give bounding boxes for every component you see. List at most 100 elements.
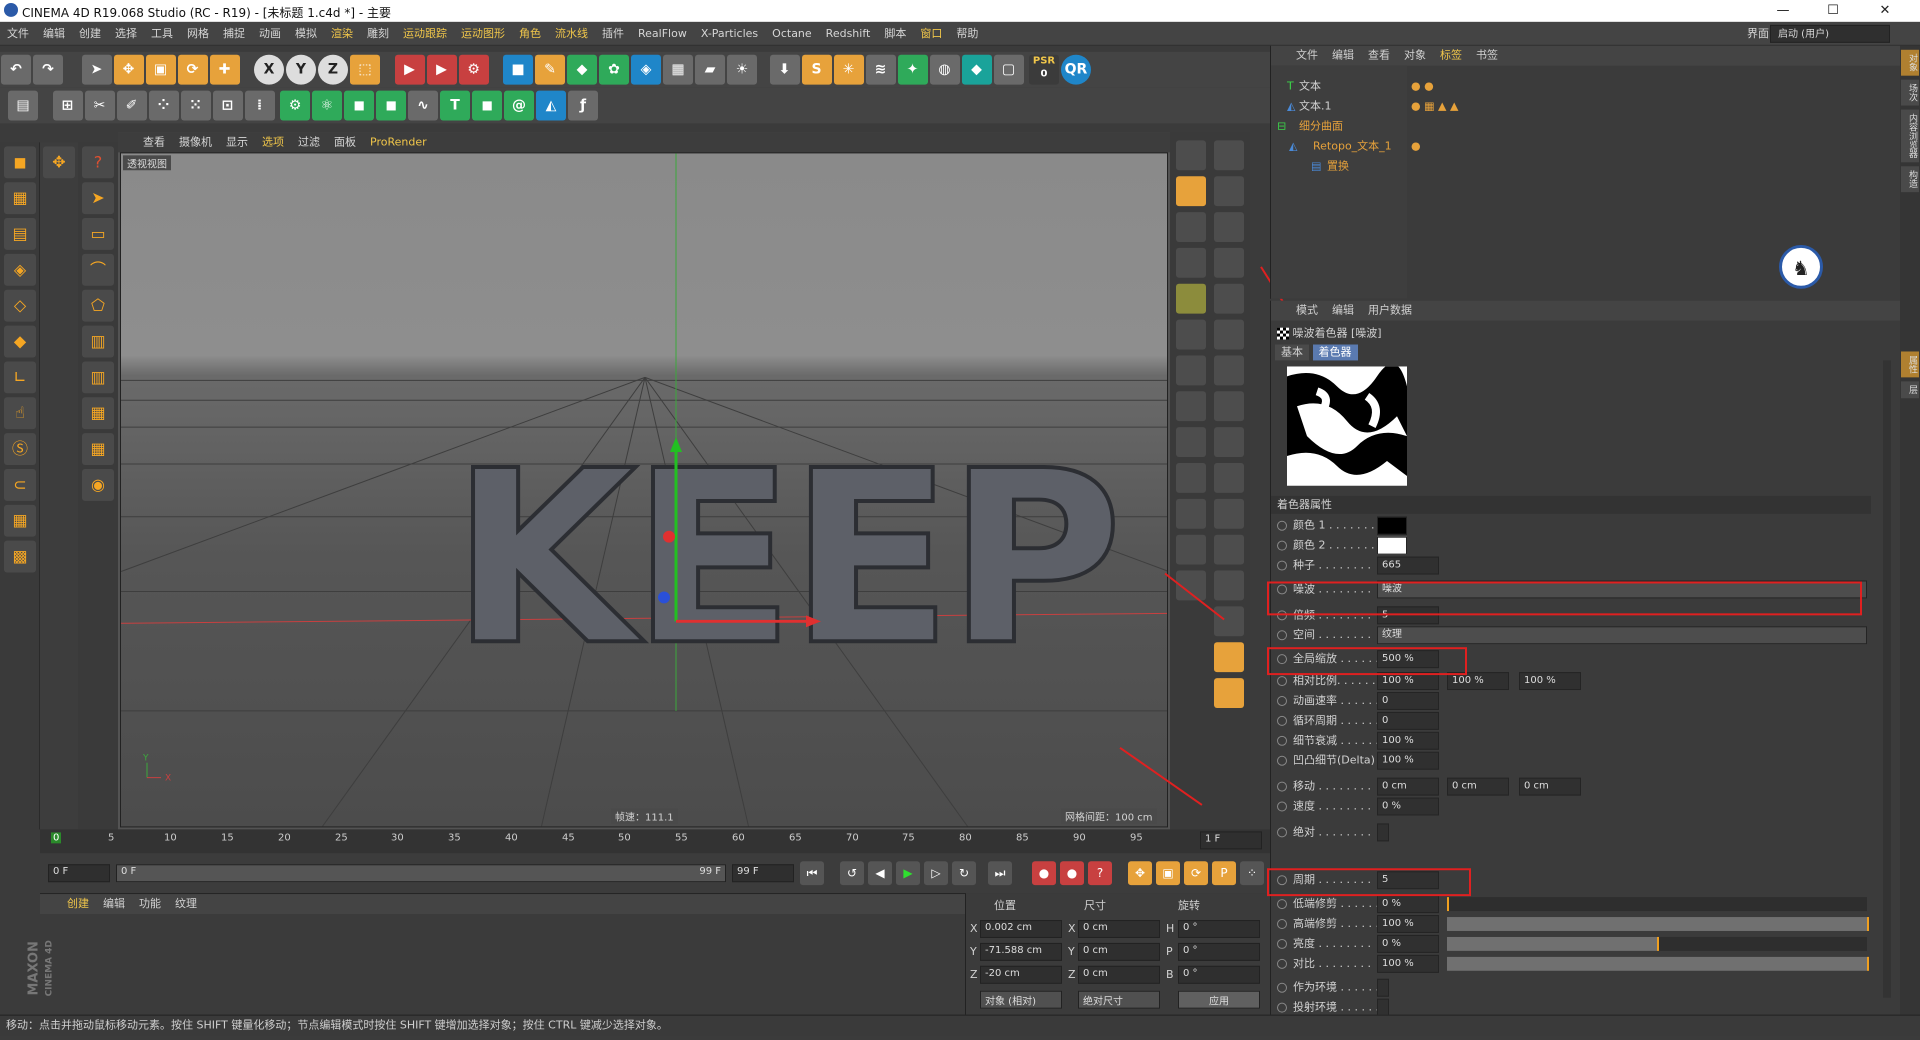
rt-icon-21[interactable] (1214, 498, 1244, 529)
coord-size-select[interactable]: 绝对尺寸 (1078, 990, 1160, 1009)
key-grid-icon[interactable]: ⁘ (1240, 861, 1264, 886)
attr-slider[interactable] (1447, 936, 1867, 951)
attr-number-field[interactable]: 0 cm (1447, 777, 1509, 796)
snap-icon[interactable]: Ⓢ (4, 433, 36, 465)
prev-key-icon[interactable]: ↺ (840, 861, 864, 886)
rot-h-field[interactable]: 0 ° (1178, 920, 1260, 938)
prev-frame-icon[interactable]: ◀ (868, 861, 892, 886)
move-small-icon[interactable]: ✥ (43, 146, 75, 179)
om-menu-edit[interactable]: 编辑 (1325, 46, 1361, 66)
rt-icon-17[interactable] (1214, 427, 1244, 458)
render-view-icon[interactable]: ▶ (394, 54, 425, 85)
layout-icon[interactable]: ▤ (8, 90, 38, 121)
goto-start-icon[interactable]: ⏮ (800, 861, 824, 886)
attr-number-field[interactable]: 100 % (1377, 954, 1439, 973)
select-polygons-icon[interactable]: ⊡ (212, 90, 243, 121)
axis-mode-icon[interactable]: ∟ (4, 361, 36, 394)
menu-mograph[interactable]: 运动图形 (454, 22, 512, 46)
menu-tools[interactable]: 工具 (144, 22, 180, 46)
edges-mode-icon[interactable]: ◇ (4, 289, 36, 322)
green-box-icon[interactable]: ◼ (376, 90, 406, 121)
undo-icon[interactable]: ↶ (1, 54, 31, 85)
menu-simulate[interactable]: 模拟 (288, 22, 324, 46)
rt-icon-20[interactable] (1176, 498, 1206, 529)
attr-number-field[interactable]: 0 cm (1519, 777, 1581, 796)
deformer-icon[interactable]: ◈ (631, 54, 661, 85)
tool-e-icon[interactable]: ◉ (82, 468, 114, 501)
qr-button[interactable]: QR (1061, 54, 1091, 85)
animate-radio[interactable] (1277, 755, 1287, 766)
mat-menu-texture[interactable]: 纹理 (168, 894, 204, 914)
s-plugin-button[interactable]: S (801, 54, 832, 85)
menu-file[interactable]: 文件 (0, 22, 36, 46)
rt-icon-10[interactable] (1176, 319, 1206, 350)
rt-icon-25[interactable] (1214, 570, 1244, 601)
rt-icon-23[interactable] (1214, 534, 1244, 565)
mat-menu-create[interactable]: 创建 (60, 894, 96, 914)
x-axis-lock-button[interactable]: X (254, 54, 284, 85)
workplane-icon[interactable]: ⊞ (52, 90, 83, 121)
menu-xparticles[interactable]: X-Particles (694, 22, 765, 46)
size-z-field[interactable]: 0 cm (1078, 965, 1160, 984)
menu-select[interactable]: 选择 (108, 22, 144, 46)
rt-settings-icon[interactable] (1214, 678, 1244, 708)
attr-slider-handle[interactable] (1447, 897, 1449, 912)
rt-icon-7[interactable] (1214, 247, 1244, 278)
points-mode-icon[interactable]: ◈ (4, 253, 36, 286)
attr-slider[interactable] (1447, 897, 1867, 912)
vp-menu-panel[interactable]: 面板 (327, 132, 363, 152)
attr-slider[interactable] (1447, 917, 1869, 931)
object-row[interactable]: ⊟ 细分曲面 (1271, 117, 1901, 135)
end-frame-field[interactable]: 99 F (732, 864, 794, 883)
lock-grid-icon[interactable]: ▦ (4, 504, 36, 537)
fx-icon[interactable]: ƒ (568, 90, 598, 121)
attr-checkbox[interactable] (1377, 978, 1389, 997)
rt-icon-11[interactable] (1214, 319, 1244, 350)
animate-radio[interactable] (1277, 630, 1287, 641)
mat-menu-function[interactable]: 功能 (132, 894, 168, 914)
polygons-mode-icon[interactable]: ◆ (4, 325, 36, 358)
timeline-ruler[interactable]: 0 5 10 15 20 25 30 35 40 45 50 55 60 65 … (40, 829, 1270, 854)
side-tab-construction[interactable]: 构造 (1901, 166, 1919, 193)
pen-icon[interactable]: ✎ (535, 54, 565, 85)
vp-menu-view[interactable]: 查看 (136, 132, 172, 152)
attr-dropdown[interactable]: 纹理 (1377, 626, 1867, 645)
attr-slider-handle[interactable] (1867, 956, 1869, 971)
recent-tool-icon[interactable]: ✚ (209, 54, 240, 85)
animate-radio[interactable] (1277, 919, 1287, 929)
animate-radio[interactable] (1277, 958, 1287, 969)
rt-icon-9[interactable] (1214, 283, 1244, 314)
keep-3d-text[interactable]: KEEP (449, 419, 1125, 700)
attr-slider-handle[interactable] (1657, 936, 1659, 951)
animate-radio[interactable] (1277, 695, 1287, 706)
rt-icon-26[interactable] (1214, 606, 1244, 637)
preview-range-slider[interactable]: 0 F 99 F (116, 864, 726, 883)
attr-number-field[interactable]: 0 % (1377, 934, 1439, 953)
vp-menu-options[interactable]: 选项 (255, 132, 291, 152)
motion-icon[interactable]: ≋ (865, 54, 896, 85)
coord-mode-select[interactable]: 对象 (相对) (980, 990, 1062, 1009)
om-menu-objects[interactable]: 对象 (1397, 46, 1433, 66)
select-edges-icon[interactable]: ⁙ (180, 90, 211, 121)
side-tab-attributes[interactable]: 属性 (1901, 351, 1919, 378)
key-move-icon[interactable]: ✥ (1128, 861, 1152, 886)
goto-end-icon[interactable]: ⏭ (988, 861, 1012, 886)
text-icon[interactable]: T (440, 90, 470, 121)
tool-d-icon[interactable]: ▦ (82, 433, 114, 465)
window-icon[interactable]: ▢ (993, 54, 1024, 85)
rot-b-field[interactable]: 0 ° (1178, 965, 1260, 984)
animate-radio[interactable] (1277, 560, 1287, 571)
am-menu-edit[interactable]: 编辑 (1325, 301, 1361, 321)
vp-menu-camera[interactable]: 摄像机 (172, 132, 219, 152)
animate-radio[interactable] (1277, 982, 1287, 993)
size-x-field[interactable]: 0 cm (1078, 920, 1160, 938)
play-icon[interactable]: ▶ (896, 861, 920, 886)
record-icon[interactable]: ● (1032, 861, 1056, 886)
select-arrow-icon[interactable]: ➤ (82, 182, 114, 215)
subdivision-icon[interactable]: ◆ (567, 54, 597, 85)
menu-create[interactable]: 创建 (72, 22, 108, 46)
animate-radio[interactable] (1277, 827, 1287, 838)
rt-icon-5[interactable] (1214, 212, 1244, 242)
parametric-icon[interactable]: ▩ (4, 540, 36, 573)
rt-icon-15[interactable] (1214, 391, 1244, 422)
